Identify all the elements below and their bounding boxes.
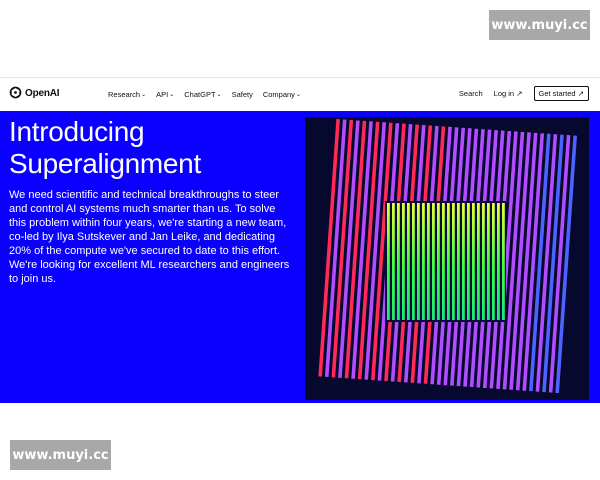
get-started-button[interactable]: Get started ↗: [533, 86, 589, 101]
inner-stripe: [472, 203, 475, 320]
inner-stripe: [482, 203, 485, 320]
inner-stripe: [492, 203, 495, 320]
nav-chatgpt[interactable]: ChatGPT ⌄: [184, 90, 221, 99]
nav-api-label: API: [156, 90, 169, 99]
inner-stripe: [392, 203, 395, 320]
nav-api[interactable]: API ⌄: [156, 90, 174, 99]
inner-stripe: [397, 203, 400, 320]
inner-stripe: [422, 203, 425, 320]
openai-logo[interactable]: OpenAI: [9, 86, 60, 101]
inner-stripe: [407, 203, 410, 320]
arrow-up-right-icon: ↗: [516, 89, 523, 98]
inner-stripe: [477, 203, 480, 320]
hero-title-line1: Introducing: [9, 116, 145, 147]
inner-stripe: [487, 203, 490, 320]
inner-stripe: [467, 203, 470, 320]
search-link[interactable]: Search: [459, 89, 483, 98]
chevron-down-icon: ⌄: [216, 92, 222, 98]
login-label: Log in: [493, 89, 515, 98]
hero-banner: Introducing Superalignment We need scien…: [0, 111, 600, 403]
inner-stripe: [462, 203, 465, 320]
login-link[interactable]: Log in ↗: [494, 89, 523, 98]
watermark-top: www.muyi.cc: [489, 10, 590, 40]
nav-research-label: Research: [108, 90, 141, 99]
inner-stripe: [427, 203, 430, 320]
nav-safety[interactable]: Safety: [232, 90, 253, 99]
account-nav: Search Log in ↗ Get started ↗: [459, 86, 589, 101]
hero-title-line2: Superalignment: [9, 148, 201, 179]
hero-title: Introducing Superalignment: [9, 116, 201, 180]
logo-text: OpenAI: [25, 88, 60, 99]
inner-stripe: [452, 203, 455, 320]
inner-stripe: [457, 203, 460, 320]
chevron-down-icon: ⌄: [169, 92, 175, 98]
inner-stripe: [417, 203, 420, 320]
hero-artwork: [305, 117, 589, 400]
nav-company[interactable]: Company ⌄: [263, 90, 301, 99]
top-navbar: OpenAI Research ⌄ API ⌄ ChatGPT ⌄ Safety…: [0, 77, 600, 112]
get-started-label: Get started: [538, 89, 576, 98]
arrow-up-right-icon: ↗: [577, 89, 584, 98]
main-menu: Research ⌄ API ⌄ ChatGPT ⌄ Safety Compan…: [108, 90, 301, 99]
watermark-bottom: www.muyi.cc: [10, 440, 111, 470]
nav-chatgpt-label: ChatGPT: [184, 90, 216, 99]
openai-logo-icon: [9, 86, 22, 101]
nav-research[interactable]: Research ⌄: [108, 90, 146, 99]
inner-stripe: [412, 203, 415, 320]
inner-stripe: [447, 203, 450, 320]
chevron-down-icon: ⌄: [295, 92, 301, 98]
nav-safety-label: Safety: [231, 90, 253, 99]
hero-description: We need scientific and technical breakth…: [9, 189, 290, 285]
nav-company-label: Company: [262, 90, 295, 99]
inner-stripe: [442, 203, 445, 320]
inner-stripe: [432, 203, 435, 320]
inner-stripe: [387, 203, 390, 320]
inner-stripe: [502, 203, 505, 320]
inner-stripe: [402, 203, 405, 320]
inner-stripe: [437, 203, 440, 320]
inner-stripe: [497, 203, 500, 320]
chevron-down-icon: ⌄: [141, 92, 147, 98]
